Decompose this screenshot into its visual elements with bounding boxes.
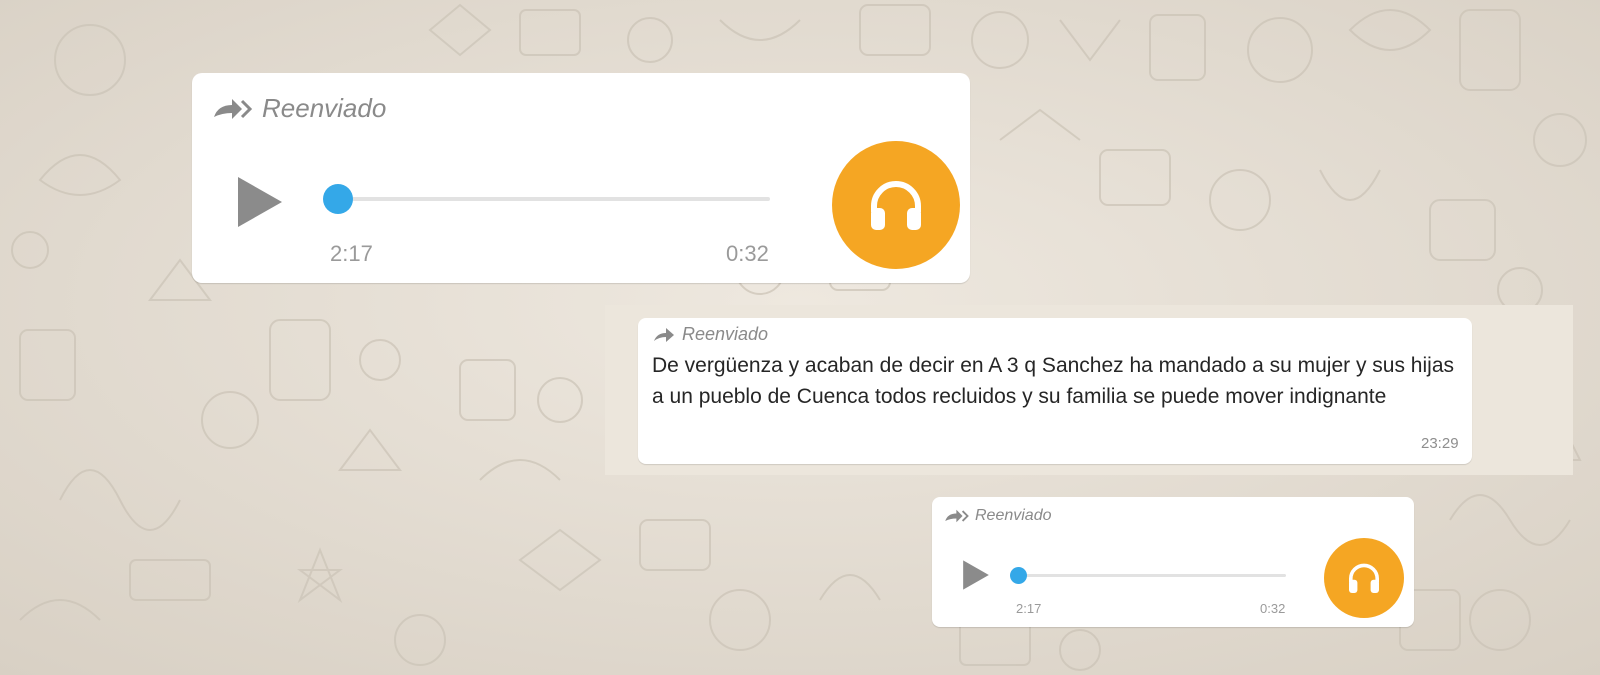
sender-avatar[interactable] xyxy=(832,141,960,269)
play-button[interactable] xyxy=(962,559,990,591)
forwarded-label: Reenviado xyxy=(212,93,386,124)
elapsed-time: 2:17 xyxy=(330,241,373,266)
play-button[interactable] xyxy=(236,175,284,229)
forward-icon xyxy=(945,509,969,523)
message-timestamp: 23:29 xyxy=(1421,435,1459,452)
sender-avatar[interactable] xyxy=(1324,538,1404,618)
text-message-bubble[interactable]: Reenviado De vergüenza y acaban de decir… xyxy=(638,318,1472,464)
voice-message-bubble[interactable]: Reenviado 2:17 0:32 xyxy=(192,73,970,283)
forward-icon xyxy=(654,327,674,342)
duration-time: 0:32 xyxy=(726,241,769,266)
audio-progress-track[interactable] xyxy=(1018,574,1286,577)
forwarded-label: Reenviado xyxy=(652,324,768,345)
forwarded-text: Reenviado xyxy=(975,507,1052,524)
headphones-icon xyxy=(871,181,921,230)
forwarded-text: Reenviado xyxy=(682,324,769,344)
audio-progress-knob[interactable] xyxy=(323,184,353,214)
forward-icon xyxy=(214,98,253,119)
voice-message-bubble[interactable]: Reenviado 2:17 0:32 xyxy=(932,497,1414,627)
message-text: De vergüenza y acaban de decir en A 3 q … xyxy=(652,354,1454,408)
elapsed-time: 2:17 xyxy=(1016,601,1042,616)
audio-progress-track[interactable] xyxy=(338,197,770,201)
forwarded-label: Reenviado xyxy=(944,507,1052,525)
forwarded-text: Reenviado xyxy=(262,93,387,123)
duration-time: 0:32 xyxy=(1260,601,1286,616)
audio-progress-knob[interactable] xyxy=(1010,567,1027,584)
headphones-icon xyxy=(1349,563,1379,593)
